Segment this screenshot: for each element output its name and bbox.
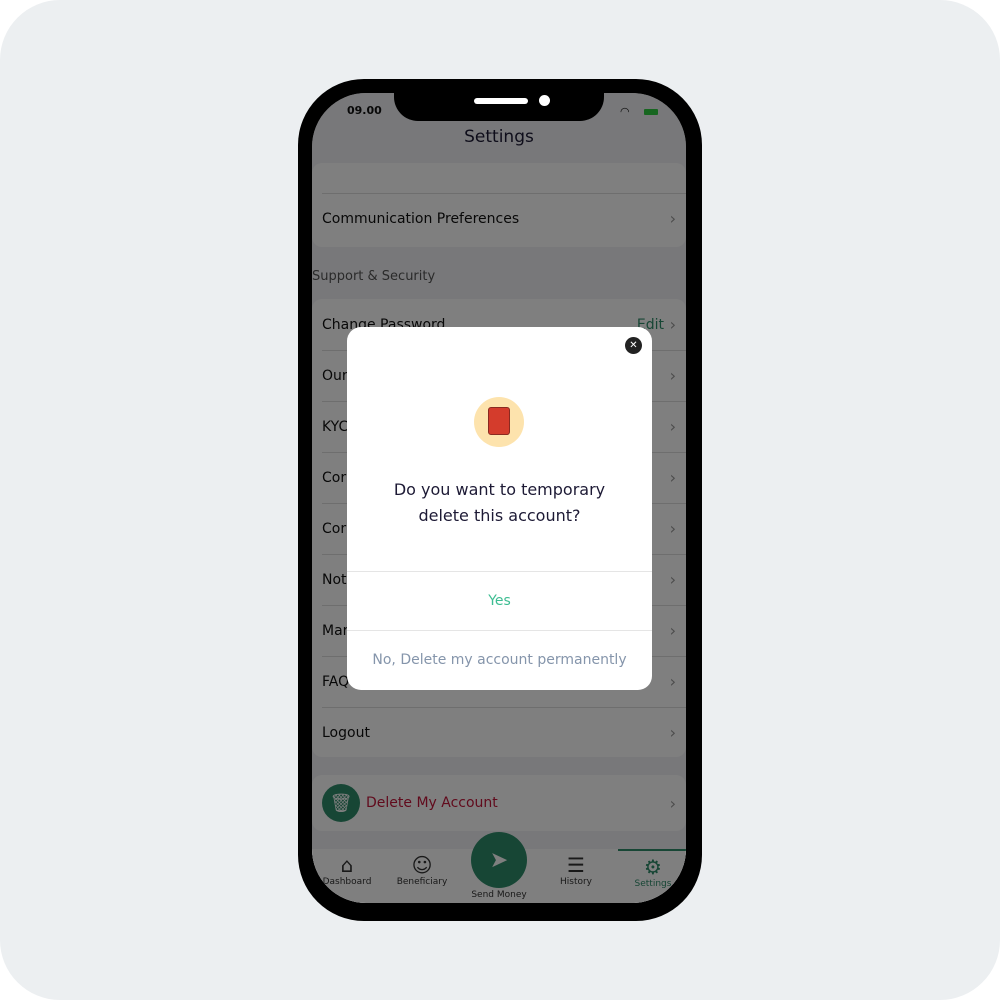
delete-permanently-button[interactable]: No, Delete my account permanently [347, 631, 652, 689]
yes-button[interactable]: Yes [347, 572, 652, 630]
trash-illustration-icon [474, 397, 524, 447]
delete-confirm-dialog: ✕ Do you want to temporary delete this a… [347, 327, 652, 690]
notch [394, 93, 604, 121]
close-icon[interactable]: ✕ [625, 337, 642, 354]
dialog-question: Do you want to temporary delete this acc… [393, 480, 606, 525]
